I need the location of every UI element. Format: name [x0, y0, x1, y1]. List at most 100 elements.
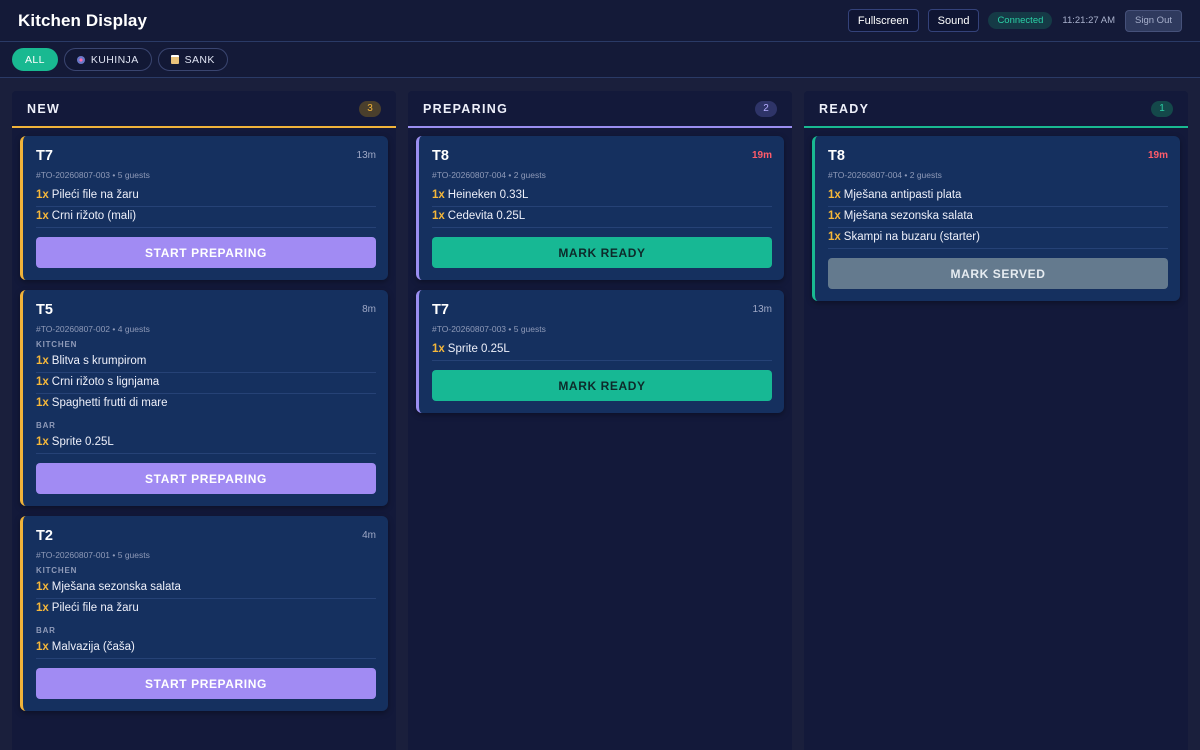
start-preparing-button[interactable]: START PREPARING [36, 463, 376, 494]
order-ticket: T8 19m #TO-20260807-004 • 2 guests 1x Hei… [416, 136, 784, 280]
mark-served-button[interactable]: MARK SERVED [828, 258, 1168, 289]
filter-sank[interactable]: SANK [157, 48, 228, 71]
app-title: Kitchen Display [18, 10, 148, 30]
order-age: 19m [751, 150, 772, 161]
table-number: T8 [432, 147, 449, 164]
order-item: 1x Sprite 0.25L [432, 340, 772, 361]
item-name: Cedevita 0.25L [447, 210, 526, 222]
item-qty: 1x [36, 436, 49, 448]
item-qty: 1x [36, 397, 49, 409]
start-preparing-button[interactable]: START PREPARING [36, 237, 376, 268]
order-item: 1x Mješana antipasti plata [828, 186, 1168, 207]
order-item: 1x Blitva s krumpirom [36, 352, 376, 373]
sign-out-button[interactable]: Sign Out [1125, 9, 1182, 32]
column-count-badge: 1 [1151, 100, 1173, 117]
item-name: Pileći file na žaru [51, 189, 139, 201]
item-qty: 1x [36, 602, 49, 614]
filter-kuhinja[interactable]: KUHINJA [63, 48, 152, 71]
order-item: 1x Skampi na buzaru (starter) [828, 228, 1168, 249]
item-name: Malvazija (čaša) [51, 641, 135, 653]
clock: 11:21:27 AM [1062, 15, 1116, 26]
table-number: T5 [36, 301, 53, 318]
item-name: Crni rižoto (mali) [51, 210, 137, 222]
order-age: 13m [356, 150, 376, 161]
order-age: 13m [752, 304, 772, 315]
item-qty: 1x [828, 231, 841, 243]
item-qty: 1x [36, 210, 49, 222]
column-body: T8 19m #TO-20260807-004 • 2 guests 1x Hei… [408, 128, 792, 421]
item-name: Mješana sezonska salata [51, 581, 181, 593]
section-label-kitchen: KITCHEN [36, 340, 78, 349]
column-title: READY [819, 101, 870, 116]
item-name: Sprite 0.25L [51, 436, 114, 448]
item-name: Skampi na buzaru (starter) [843, 231, 980, 243]
item-name: Heineken 0.33L [447, 189, 529, 201]
item-qty: 1x [432, 189, 445, 201]
column-body: T7 13m #TO-20260807-003 • 5 guests 1x Pil… [12, 128, 396, 719]
order-item: 1x Crni rižoto s lignjama [36, 373, 376, 394]
fullscreen-button[interactable]: Fullscreen [847, 9, 919, 32]
order-meta: #TO-20260807-004 • 2 guests [828, 170, 942, 180]
order-meta: #TO-20260807-001 • 5 guests [36, 550, 150, 560]
filter-all-label: ALL [25, 53, 45, 66]
column-title: NEW [27, 101, 61, 116]
sound-button[interactable]: Sound [927, 9, 980, 32]
order-item: 1x Malvazija (čaša) [36, 638, 376, 659]
item-name: Spaghetti frutti di mare [51, 397, 168, 409]
item-name: Blitva s krumpirom [51, 355, 147, 367]
connection-status-badge: Connected [988, 12, 1053, 29]
order-ticket: T7 13m #TO-20260807-003 • 5 guests 1x Pil… [20, 136, 388, 280]
table-number: T7 [36, 147, 53, 164]
item-qty: 1x [36, 641, 49, 653]
item-name: Crni rižoto s lignjama [51, 376, 160, 388]
order-item: 1x Pileći file na žaru [36, 186, 376, 207]
order-age: 4m [362, 530, 376, 541]
section-label-kitchen: KITCHEN [36, 566, 78, 575]
mark-ready-button[interactable]: MARK READY [432, 370, 772, 401]
item-qty: 1x [828, 189, 841, 201]
filter-kuhinja-label: KUHINJA [90, 53, 139, 66]
order-item: 1x Spaghetti frutti di mare [36, 394, 376, 415]
column-ready: READY 1 T8 19m #TO-20260807-004 • 2 gues… [804, 91, 1188, 750]
item-name: Pileći file na žaru [51, 602, 139, 614]
column-count-badge: 2 [755, 100, 777, 117]
order-meta: #TO-20260807-002 • 4 guests [36, 324, 150, 334]
order-board: NEW 3 T7 13m #TO-20260807-003 • 5 guests… [12, 91, 1188, 750]
item-qty: 1x [432, 343, 445, 355]
order-meta: #TO-20260807-004 • 2 guests [432, 170, 546, 180]
item-qty: 1x [36, 376, 49, 388]
order-ticket: T8 19m #TO-20260807-004 • 2 guests 1x Mje… [812, 136, 1180, 301]
column-header: NEW 3 [12, 91, 396, 128]
column-title: PREPARING [423, 101, 509, 116]
column-preparing: PREPARING 2 T8 19m #TO-20260807-004 • 2 … [408, 91, 792, 750]
top-bar: Kitchen Display Fullscreen Sound Connect… [0, 0, 1200, 42]
start-preparing-button[interactable]: START PREPARING [36, 668, 376, 699]
filter-all[interactable]: ALL [12, 48, 58, 71]
order-age: 8m [362, 304, 376, 315]
order-meta: #TO-20260807-003 • 5 guests [432, 324, 546, 334]
order-meta: #TO-20260807-003 • 5 guests [36, 170, 150, 180]
table-number: T7 [432, 301, 449, 318]
order-item: 1x Sprite 0.25L [36, 433, 376, 454]
order-age: 19m [1147, 150, 1168, 161]
order-ticket: T7 13m #TO-20260807-003 • 5 guests 1x Spr… [416, 290, 784, 413]
item-qty: 1x [36, 355, 49, 367]
mark-ready-button[interactable]: MARK READY [432, 237, 772, 268]
column-count-badge: 3 [359, 100, 381, 117]
order-item: 1x Crni rižoto (mali) [36, 207, 376, 228]
beer-mug-icon [170, 55, 179, 64]
section-label-bar: BAR [36, 626, 56, 635]
item-qty: 1x [36, 581, 49, 593]
section-label-bar: BAR [36, 421, 56, 430]
item-name: Mješana antipasti plata [843, 189, 962, 201]
item-name: Mješana sezonska salata [843, 210, 973, 222]
order-item: 1x Mješana sezonska salata [36, 578, 376, 599]
order-item: 1x Pileći file na žaru [36, 599, 376, 620]
order-item: 1x Cedevita 0.25L [432, 207, 772, 228]
order-item: 1x Heineken 0.33L [432, 186, 772, 207]
order-item: 1x Mješana sezonska salata [828, 207, 1168, 228]
order-ticket: T5 8m #TO-20260807-002 • 4 guests KITCHE… [20, 290, 388, 506]
order-ticket: T2 4m #TO-20260807-001 • 5 guests KITCHE… [20, 516, 388, 711]
table-number: T8 [828, 147, 845, 164]
column-header: READY 1 [804, 91, 1188, 128]
